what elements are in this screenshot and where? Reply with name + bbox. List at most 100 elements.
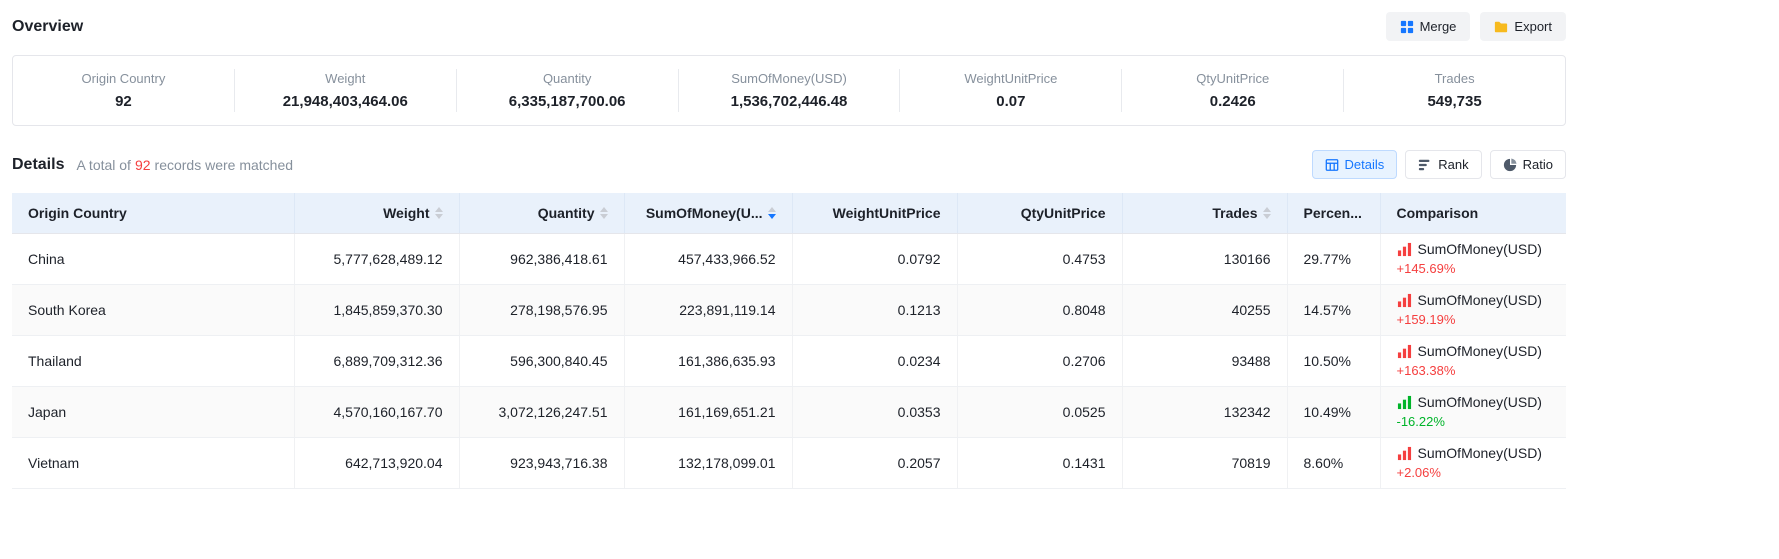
column-header-weight[interactable]: Weight [294, 193, 459, 233]
stat-label: WeightUnitPrice [910, 71, 1111, 86]
cell-trades: 93488 [1122, 335, 1287, 386]
cell-trades: 70819 [1122, 437, 1287, 488]
details-table: Origin Country Weight Quantity [12, 193, 1566, 489]
sort-icon[interactable] [435, 207, 443, 219]
stat-weight-unit-price: WeightUnitPrice 0.07 [900, 69, 1122, 112]
stat-sum-of-money: SumOfMoney(USD) 1,536,702,446.48 [679, 69, 901, 112]
cell-qty-unit-price: 0.1431 [957, 437, 1122, 488]
cell-sum-of-money: 223,891,119.14 [624, 284, 792, 335]
cell-comparison: SumOfMoney(USD) +2.06% [1380, 437, 1566, 488]
column-label: QtyUnitPrice [1021, 205, 1106, 221]
view-switch: Details Rank Ratio [1312, 150, 1566, 179]
column-label: Weight [383, 205, 429, 221]
cell-trades: 132342 [1122, 386, 1287, 437]
sort-icon[interactable] [1263, 207, 1271, 219]
summary-count: 92 [131, 157, 155, 173]
topbar-actions: Merge Export [1386, 12, 1566, 41]
cell-weight: 4,570,160,167.70 [294, 386, 459, 437]
cell-comparison: SumOfMoney(USD) +145.69% [1380, 233, 1566, 284]
cell-sum-of-money: 457,433,966.52 [624, 233, 792, 284]
comparison-metric-label: SumOfMoney(USD) [1418, 343, 1542, 360]
cell-qty-unit-price: 0.2706 [957, 335, 1122, 386]
export-button[interactable]: Export [1480, 12, 1566, 41]
sort-icon[interactable] [768, 207, 776, 219]
comparison-metric-label: SumOfMoney(USD) [1418, 241, 1542, 258]
column-label: Comparison [1397, 205, 1479, 221]
cell-weight: 6,889,709,312.36 [294, 335, 459, 386]
table-row: South Korea 1,845,859,370.30 278,198,576… [12, 284, 1566, 335]
cell-percentage: 29.77% [1287, 233, 1380, 284]
stat-label: Origin Country [23, 71, 224, 86]
cell-percentage: 14.57% [1287, 284, 1380, 335]
cell-qty-unit-price: 0.0525 [957, 386, 1122, 437]
details-table-icon [1325, 158, 1339, 172]
column-header-percentage: Percen... [1287, 193, 1380, 233]
trend-up-chart-icon [1397, 446, 1412, 461]
merge-icon [1400, 20, 1414, 34]
cell-sum-of-money: 161,386,635.93 [624, 335, 792, 386]
stat-value: 0.07 [910, 93, 1111, 110]
stat-origin-country: Origin Country 92 [13, 69, 235, 112]
cell-weight-unit-price: 0.1213 [792, 284, 957, 335]
cell-quantity: 3,072,126,247.51 [459, 386, 624, 437]
cell-comparison: SumOfMoney(USD) -16.22% [1380, 386, 1566, 437]
cell-quantity: 278,198,576.95 [459, 284, 624, 335]
cell-comparison: SumOfMoney(USD) +159.19% [1380, 284, 1566, 335]
comparison-change: +159.19% [1397, 312, 1551, 327]
trend-up-chart-icon [1397, 344, 1412, 359]
view-button-rank[interactable]: Rank [1405, 150, 1481, 179]
column-header-comparison: Comparison [1380, 193, 1566, 233]
column-label: WeightUnitPrice [833, 205, 941, 221]
cell-quantity: 923,943,716.38 [459, 437, 624, 488]
stat-label: Trades [1354, 71, 1555, 86]
topbar: Overview Merge Export [12, 12, 1566, 41]
cell-origin-country: South Korea [12, 284, 294, 335]
column-label: SumOfMoney(U... [646, 205, 763, 221]
table-row: Thailand 6,889,709,312.36 596,300,840.45… [12, 335, 1566, 386]
cell-quantity: 596,300,840.45 [459, 335, 624, 386]
table-row: Vietnam 642,713,920.04 923,943,716.38 13… [12, 437, 1566, 488]
details-title: Details [12, 156, 64, 174]
table-header-row: Origin Country Weight Quantity [12, 193, 1566, 233]
comparison-metric-label: SumOfMoney(USD) [1418, 445, 1542, 462]
column-header-trades[interactable]: Trades [1122, 193, 1287, 233]
summary-suffix: records were matched [155, 157, 294, 173]
column-label: Trades [1212, 205, 1257, 221]
trend-down-chart-icon [1397, 395, 1412, 410]
comparison-change: +163.38% [1397, 363, 1551, 378]
rank-bars-icon [1418, 158, 1432, 172]
cell-weight: 5,777,628,489.12 [294, 233, 459, 284]
export-button-label: Export [1514, 19, 1552, 34]
comparison-change: -16.22% [1397, 414, 1551, 429]
view-button-label: Details [1345, 157, 1385, 172]
cell-trades: 130166 [1122, 233, 1287, 284]
table-row: China 5,777,628,489.12 962,386,418.61 45… [12, 233, 1566, 284]
column-header-qty-unit-price: QtyUnitPrice [957, 193, 1122, 233]
cell-weight-unit-price: 0.0234 [792, 335, 957, 386]
page: Overview Merge Export Origin Country 92 … [12, 12, 1566, 489]
stat-value: 549,735 [1354, 93, 1555, 110]
view-button-details[interactable]: Details [1312, 150, 1398, 179]
cell-percentage: 8.60% [1287, 437, 1380, 488]
column-header-sum-of-money[interactable]: SumOfMoney(U... [624, 193, 792, 233]
column-label: Quantity [538, 205, 595, 221]
cell-quantity: 962,386,418.61 [459, 233, 624, 284]
column-header-quantity[interactable]: Quantity [459, 193, 624, 233]
cell-origin-country: China [12, 233, 294, 284]
export-icon [1494, 20, 1508, 34]
cell-qty-unit-price: 0.8048 [957, 284, 1122, 335]
details-summary: A total of92records were matched [76, 157, 293, 173]
cell-qty-unit-price: 0.4753 [957, 233, 1122, 284]
stat-trades: Trades 549,735 [1344, 69, 1565, 112]
cell-weight-unit-price: 0.2057 [792, 437, 957, 488]
stat-label: Quantity [467, 71, 668, 86]
view-button-ratio[interactable]: Ratio [1490, 150, 1566, 179]
summary-prefix: A total of [76, 157, 130, 173]
details-header: Details A total of92records were matched… [12, 150, 1566, 179]
sort-icon[interactable] [600, 207, 608, 219]
trend-up-chart-icon [1397, 293, 1412, 308]
cell-weight-unit-price: 0.0353 [792, 386, 957, 437]
stat-qty-unit-price: QtyUnitPrice 0.2426 [1122, 69, 1344, 112]
merge-button[interactable]: Merge [1386, 12, 1471, 41]
cell-percentage: 10.50% [1287, 335, 1380, 386]
